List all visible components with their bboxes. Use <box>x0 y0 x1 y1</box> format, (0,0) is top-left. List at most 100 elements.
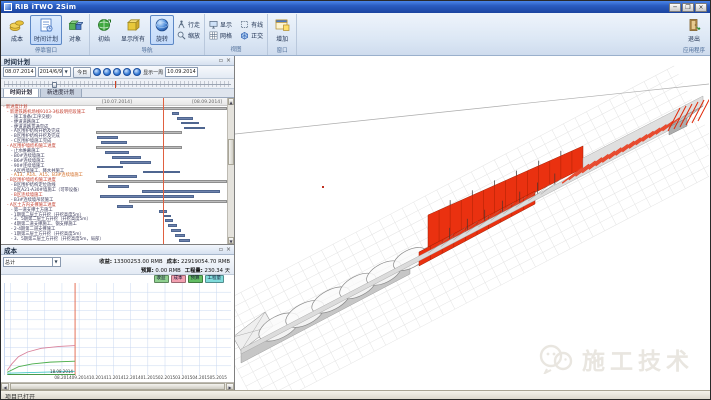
objects-button[interactable]: 对象 <box>63 15 87 45</box>
x-axis-tick-label: 12.2014 <box>123 375 140 380</box>
exit-button[interactable]: 退出 <box>682 15 706 45</box>
gantt-bar[interactable] <box>97 136 118 139</box>
ortho-toggle[interactable]: 正交 <box>238 31 265 40</box>
window-title: RIB iTWO 2Sim <box>15 3 669 11</box>
gantt-bar[interactable] <box>177 117 193 120</box>
scroll-up-icon[interactable]: ▲ <box>228 98 234 105</box>
gantt-bar[interactable] <box>143 171 180 174</box>
scroll-left-icon[interactable]: ◀ <box>1 383 9 390</box>
ribbon-spacer <box>297 14 680 55</box>
schedule-toolbar: 08.07.2014 2014/6/9▼ 今日 显示一周 10.09.2014 <box>1 66 234 79</box>
gantt-rows: - 新进度计划- 新建铁路机场线9103-3标段明挖段施工- 施工准备(工序交接… <box>1 106 227 244</box>
scrollbar-thumb[interactable] <box>10 383 225 390</box>
cost-horizontal-scrollbar[interactable]: ◀ ▶ <box>1 382 234 390</box>
schedule-panel: 时间计划 ▫ × 08.07.2014 2014/6/9▼ 今日 显示一周 10… <box>1 56 234 245</box>
initial-view-button[interactable]: 初始 <box>92 15 116 45</box>
float-panel-icon[interactable]: ▫ <box>219 57 223 64</box>
ribbon: 成本 时间计划 对象 停靠窗口 初始 <box>1 13 710 56</box>
gantt-bar[interactable] <box>163 215 171 218</box>
gantt-bar[interactable] <box>101 141 127 144</box>
ribbon-group-navigation: 初始 显示所有 旋转 行走 缩放 <box>90 14 205 55</box>
cost-scope-select[interactable]: 总计▼ <box>3 257 61 267</box>
add-window-button[interactable]: 增加 <box>270 15 294 45</box>
cost-button[interactable]: 成本 <box>5 15 29 45</box>
gantt-bar[interactable] <box>96 180 227 183</box>
gantt-bar[interactable] <box>168 224 177 227</box>
close-panel-icon[interactable]: × <box>226 57 231 64</box>
scroll-down-icon[interactable]: ▼ <box>228 237 234 244</box>
gantt-bar[interactable] <box>117 205 133 208</box>
restore-button[interactable]: ❐ <box>682 3 694 12</box>
playback-button-5[interactable] <box>133 68 141 76</box>
legend-chip: 成本 <box>171 275 186 283</box>
rotate-button[interactable]: 旋转 <box>150 15 174 45</box>
gantt-bar[interactable] <box>97 166 123 169</box>
x-axis-tick-label: 01.2015 <box>141 375 158 380</box>
gantt-bar[interactable] <box>171 229 181 232</box>
quantity-value: 230.34 天 <box>204 268 230 274</box>
gantt-bar[interactable] <box>96 146 182 149</box>
model-viewport[interactable]: 施工技术 <box>235 56 710 390</box>
cost-chart[interactable]: 18.08.2014 <box>4 283 231 375</box>
current-date-tick <box>115 81 116 88</box>
schedule-button[interactable]: 时间计划 <box>30 15 62 45</box>
cost-curves-svg <box>5 283 231 375</box>
gantt-bar[interactable] <box>172 112 179 115</box>
objects-icon <box>67 17 83 33</box>
schedule-tabs: 时间计划 新进度计划 <box>1 89 234 98</box>
alignment-axis-line <box>235 84 709 134</box>
today-button[interactable]: 今日 <box>73 67 91 78</box>
playback-button-1[interactable] <box>93 68 101 76</box>
walk-button[interactable]: 行走 <box>175 20 202 29</box>
gantt-bar[interactable] <box>179 239 191 242</box>
cost-stats: 收益: 13300253.00 RMB 成本: 22919054.70 RMB … <box>61 257 232 274</box>
gantt-bar[interactable] <box>142 190 221 193</box>
schedule-panel-header: 时间计划 ▫ × <box>1 56 234 66</box>
gantt-bar[interactable] <box>105 151 129 154</box>
gantt-bar[interactable] <box>181 122 199 125</box>
gantt-bar[interactable] <box>112 156 141 159</box>
gantt-vertical-scrollbar[interactable]: ▲ ▼ <box>227 98 234 244</box>
gantt-bar[interactable] <box>165 219 173 222</box>
gantt-header: [10.07.2014] [08.09.2014] <box>1 98 227 106</box>
gantt-bar[interactable] <box>175 234 185 237</box>
title-bar: RIB iTWO 2Sim ─ ❐ × <box>1 1 710 13</box>
show-week-label: 显示一周 <box>143 69 163 76</box>
playback-button-3[interactable] <box>113 68 121 76</box>
minimize-button[interactable]: ─ <box>669 3 681 12</box>
ribbon-group-dock: 成本 时间计划 对象 停靠窗口 <box>3 14 90 55</box>
wireframe-icon <box>240 20 249 29</box>
gantt-bar[interactable] <box>100 195 194 198</box>
show-all-button[interactable]: 显示所有 <box>117 15 149 45</box>
walk-icon <box>177 20 186 29</box>
float-panel-icon[interactable]: ▫ <box>219 246 223 253</box>
ribbon-group-view: 显示 有线 网格 正交 <box>205 14 268 55</box>
gantt-bar[interactable] <box>108 175 137 178</box>
playback-button-2[interactable] <box>103 68 111 76</box>
display-toggle[interactable]: 显示 <box>207 20 234 29</box>
timeline-ruler[interactable] <box>1 79 234 89</box>
gantt-bar[interactable] <box>184 127 205 130</box>
gantt-bar[interactable] <box>129 200 227 203</box>
gantt-bar[interactable] <box>120 161 151 164</box>
gantt-bar[interactable] <box>96 107 227 110</box>
gantt-bar[interactable] <box>108 185 129 188</box>
scroll-right-icon[interactable]: ▶ <box>226 383 234 390</box>
start-date-field[interactable]: 08.07.2014 <box>3 67 36 77</box>
gantt-bar[interactable] <box>96 131 182 134</box>
zoom-button[interactable]: 缩放 <box>175 31 202 40</box>
x-axis-tick-label: 09.2014 <box>72 375 89 380</box>
scrollbar-thumb[interactable] <box>228 139 234 165</box>
gantt-chart[interactable]: [10.07.2014] [08.09.2014] - 新进度计划- 新建铁路机… <box>1 98 234 244</box>
date-select[interactable]: 2014/6/9▼ <box>38 67 71 77</box>
close-button[interactable]: × <box>695 3 707 12</box>
gantt-row[interactable]: - 3、5期第三层土方开挖（开挖高度5m，局部） <box>1 238 227 243</box>
gantt-task-label: - 3、5期第三层土方开挖（开挖高度5m，局部） <box>11 238 104 243</box>
end-date-field[interactable]: 10.09.2014 <box>165 67 198 77</box>
grid-toggle[interactable]: 网格 <box>207 31 234 40</box>
playback-button-4[interactable] <box>123 68 131 76</box>
timeline-slider-handle[interactable] <box>52 82 57 88</box>
wireframe-toggle[interactable]: 有线 <box>238 20 265 29</box>
model-3d[interactable] <box>235 56 709 390</box>
close-panel-icon[interactable]: × <box>226 246 231 253</box>
